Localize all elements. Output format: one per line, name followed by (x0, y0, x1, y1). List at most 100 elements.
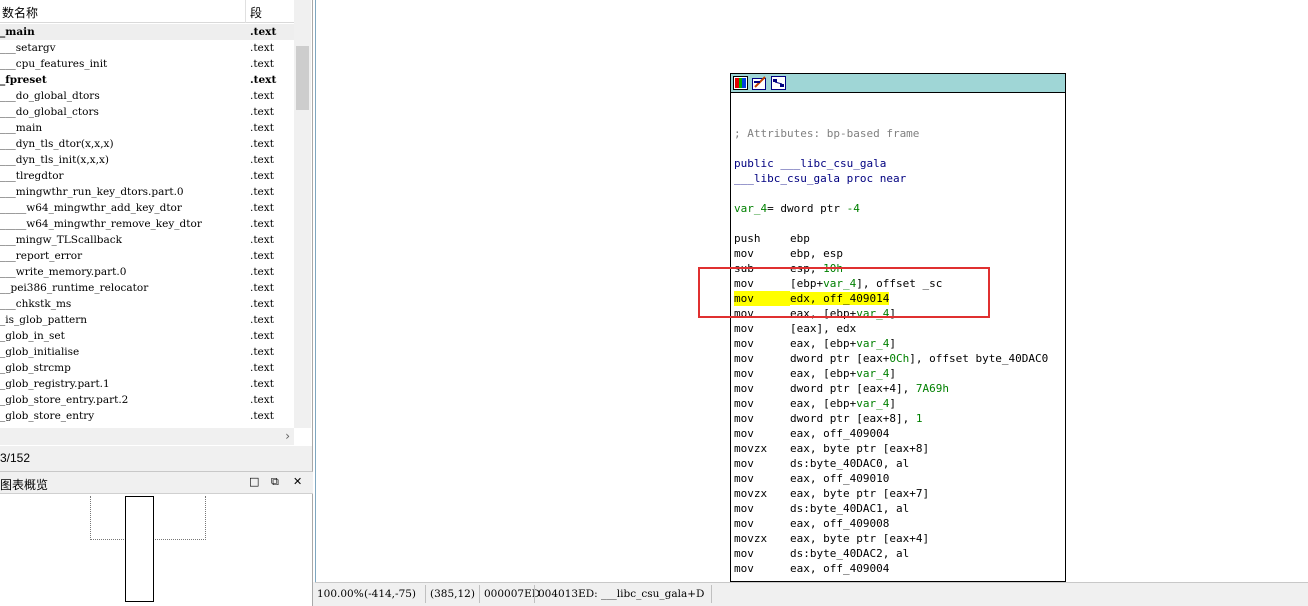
operands: dword ptr [eax+8], 1 (790, 412, 922, 425)
instruction-line[interactable]: movzx eax, byte ptr [eax+8] (734, 441, 1064, 456)
function-row[interactable]: _glob_initialise .text (0, 344, 294, 360)
listing-line[interactable]: ___libc_csu_gala proc near (734, 171, 1064, 186)
column-separator[interactable] (245, 0, 246, 23)
disassembly-listing[interactable]: ; Attributes: bp-based frame public ___li… (734, 126, 1064, 576)
operands: ds:byte_40DAC1, al (790, 502, 909, 515)
function-segment: .text (250, 42, 274, 54)
function-row[interactable]: ___dyn_tls_init(x,x,x) .text (0, 152, 294, 168)
function-name: _glob_registry.part.1 (0, 378, 110, 390)
instruction-line[interactable]: mov dword ptr [eax+8], 1 (734, 411, 1064, 426)
function-row[interactable]: _glob_registry.part.1 .text (0, 376, 294, 392)
mnemonic: mov (734, 457, 754, 470)
function-row[interactable]: ___report_error .text (0, 248, 294, 264)
function-segment: .text (250, 154, 274, 166)
instruction-line[interactable]: mov [eax], edx (734, 321, 1064, 336)
listing-line[interactable]: var_4= dword ptr -4 (734, 201, 1064, 216)
function-row[interactable]: _glob_store_entry.part.2 .text (0, 392, 294, 408)
mnemonic: mov (734, 382, 754, 395)
function-row[interactable]: ___write_memory.part.0 .text (0, 264, 294, 280)
scroll-right-arrow-icon[interactable]: › (285, 429, 290, 443)
function-row[interactable]: _glob_store_entry .text (0, 408, 294, 424)
node-titlebar[interactable] (731, 74, 1065, 93)
function-row[interactable]: _glob_in_set .text (0, 328, 294, 344)
graph-view[interactable]: ; Attributes: bp-based frame public ___li… (315, 0, 1308, 582)
function-row[interactable]: ___main .text (0, 120, 294, 136)
function-row[interactable]: ___cpu_features_init .text (0, 56, 294, 72)
close-icon[interactable]: ✕ (293, 475, 302, 488)
function-name: ___tlregdtor (0, 170, 64, 182)
instruction-line[interactable]: mov eax, off_409004 (734, 426, 1064, 441)
instruction-line[interactable]: mov eax, off_409004 (734, 561, 1064, 576)
scrollbar-thumb[interactable] (296, 46, 309, 110)
function-segment: .text (250, 122, 274, 134)
instruction-line[interactable]: movzx eax, byte ptr [eax+7] (734, 486, 1064, 501)
edit-node-icon[interactable] (752, 76, 767, 90)
function-row[interactable]: _fpreset .text (0, 72, 294, 88)
functions-horizontal-scrollbar[interactable]: › (0, 428, 294, 445)
function-row[interactable]: _____w64_mingwthr_add_key_dtor .text (0, 200, 294, 216)
restore-icon[interactable]: ⧉ (271, 475, 279, 489)
function-row[interactable]: ___tlregdtor .text (0, 168, 294, 184)
instruction-line[interactable]: mov ds:byte_40DAC2, al (734, 546, 1064, 561)
instruction-line[interactable]: mov eax, [ebp+var_4] (734, 396, 1064, 411)
functions-table-header: 数名称 段 (0, 0, 294, 23)
function-row[interactable]: _glob_strcmp .text (0, 360, 294, 376)
function-segment: .text (250, 58, 274, 70)
listing-line[interactable]: public ___libc_csu_gala (734, 156, 1064, 171)
instruction-line[interactable]: movzx eax, byte ptr [eax+4] (734, 531, 1064, 546)
maximize-icon[interactable]: □ (249, 475, 259, 488)
instruction-line[interactable]: mov ebp, esp (734, 246, 1064, 261)
function-row[interactable]: ___mingwthr_run_key_dtors.part.0 .text (0, 184, 294, 200)
mnemonic: movzx (734, 487, 768, 500)
operand: eax, off_409004 (790, 427, 890, 440)
color-palette-icon[interactable] (733, 76, 748, 90)
instruction-line[interactable]: mov dword ptr [eax+4], 7A69h (734, 381, 1064, 396)
functions-vertical-scrollbar[interactable] (294, 0, 311, 428)
function-segment: .text (250, 298, 274, 310)
function-row[interactable]: ___mingw_TLScallback .text (0, 232, 294, 248)
operand: ds:byte_40DAC2, al (790, 547, 910, 560)
function-name: __pei386_runtime_relocator (0, 282, 149, 294)
graph-node[interactable]: ; Attributes: bp-based frame public ___li… (730, 73, 1066, 582)
operands: eax, [ebp+var_4] (790, 367, 896, 380)
operands: eax, off_409010 (790, 472, 889, 485)
function-row[interactable]: ___do_global_ctors .text (0, 104, 294, 120)
function-row[interactable]: ___chkstk_ms .text (0, 296, 294, 312)
comment-text: ; Attributes: bp-based frame (734, 127, 920, 140)
operand: var_4 (856, 397, 890, 410)
overview-canvas[interactable] (0, 494, 313, 606)
instruction-line[interactable]: mov eax, off_409010 (734, 471, 1064, 486)
column-header-segment[interactable]: 段 (250, 4, 262, 21)
instruction-line[interactable]: push ebp (734, 231, 1064, 246)
function-name: ___chkstk_ms (0, 298, 72, 310)
annotation-box (698, 267, 990, 318)
operand: 0Ch (889, 352, 910, 365)
function-row[interactable]: _____w64_mingwthr_remove_key_dtor .text (0, 216, 294, 232)
function-segment: .text (250, 170, 274, 182)
graph-layout-icon[interactable] (771, 76, 786, 90)
listing-line[interactable]: ; Attributes: bp-based frame (734, 126, 1064, 141)
operands: ds:byte_40DAC0, al (790, 457, 909, 470)
function-row[interactable]: _is_glob_pattern .text (0, 312, 294, 328)
function-row[interactable]: ___dyn_tls_dtor(x,x,x) .text (0, 136, 294, 152)
status-separator (534, 585, 535, 603)
instruction-line[interactable]: mov eax, [ebp+var_4] (734, 336, 1064, 351)
function-row[interactable]: ___setargv .text (0, 40, 294, 56)
function-row[interactable]: _main .text (0, 24, 294, 40)
instruction-line[interactable]: mov ds:byte_40DAC1, al (734, 501, 1064, 516)
functions-list: _main .text ___setargv .text ___cpu_features… (0, 24, 294, 428)
function-name: ___setargv (0, 42, 56, 54)
label-text: public ___libc_csu_gala (734, 157, 887, 170)
function-segment: .text (250, 394, 274, 406)
instruction-line[interactable]: mov dword ptr [eax+0Ch], offset byte_40DA… (734, 351, 1064, 366)
instruction-line[interactable]: mov eax, off_409008 (734, 516, 1064, 531)
column-header-function-name[interactable]: 数名称 (2, 4, 38, 21)
operands: eax, [ebp+var_4] (790, 337, 896, 350)
instruction-line[interactable]: mov ds:byte_40DAC0, al (734, 456, 1064, 471)
function-row[interactable]: __pei386_runtime_relocator .text (0, 280, 294, 296)
operands: [eax], edx (790, 322, 856, 335)
graph-overview-panel: 图表概览 □ ⧉ ✕ (0, 471, 313, 606)
function-row[interactable]: ___do_global_dtors .text (0, 88, 294, 104)
instruction-line[interactable]: mov eax, [ebp+var_4] (734, 366, 1064, 381)
operand: ], offset byte_40DAC0 (909, 352, 1049, 365)
